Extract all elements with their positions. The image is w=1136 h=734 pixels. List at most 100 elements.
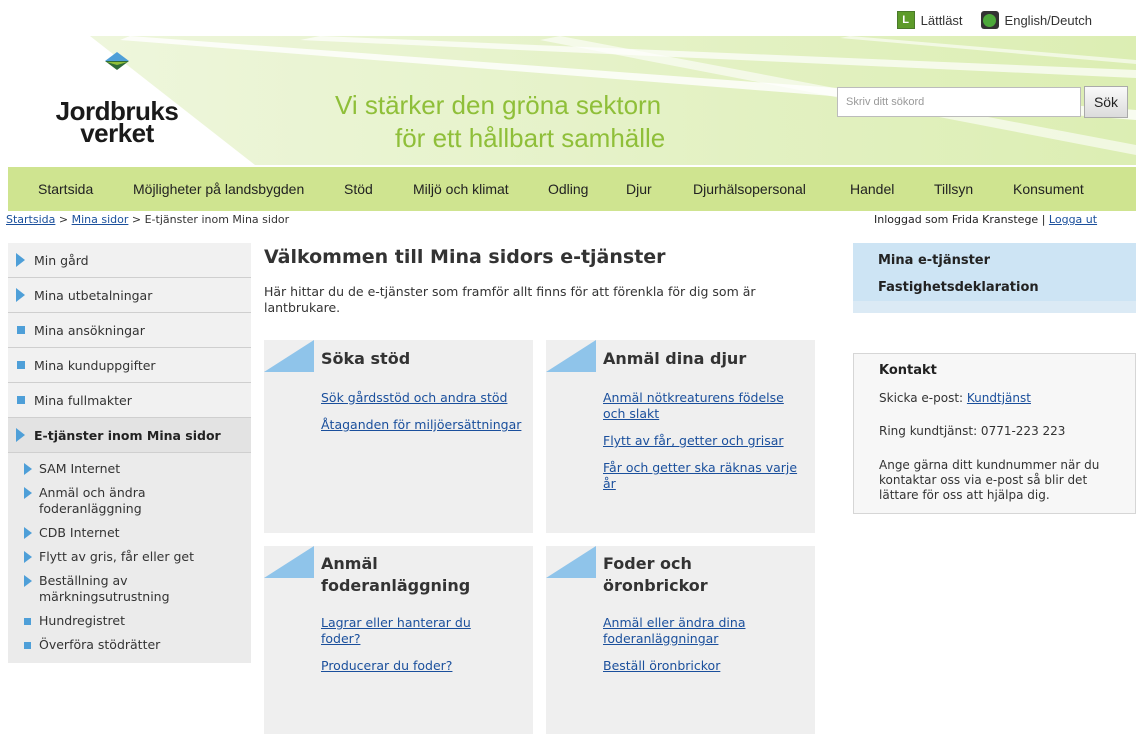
sidebar-subitem-label: SAM Internet bbox=[39, 461, 121, 476]
arrow-right-icon bbox=[24, 463, 32, 475]
nav-item-mojligheter[interactable]: Möjligheter på landsbygden bbox=[133, 181, 304, 197]
square-bullet-icon bbox=[17, 361, 25, 369]
nav-item-stod[interactable]: Stöd bbox=[344, 181, 373, 197]
card-links: Sök gårdsstöd och andra stöd Åtaganden f… bbox=[321, 390, 531, 444]
sidebar-subitem-label: Beställning av märkningsutrustning bbox=[39, 573, 170, 604]
nav-item-tillsyn[interactable]: Tillsyn bbox=[934, 181, 973, 197]
card-links: Anmäl nötkreaturens födelse och slakt Fl… bbox=[603, 390, 803, 503]
square-bullet-icon bbox=[17, 326, 25, 334]
card-link[interactable]: Anmäl eller ändra dina foderanläggningar bbox=[603, 615, 778, 647]
sidebar-item-utbetalningar[interactable]: Mina utbetalningar bbox=[8, 278, 251, 313]
card-anmal-djur: Anmäl dina djur Anmäl nötkreaturens föde… bbox=[546, 340, 815, 533]
easy-read-link[interactable]: L Lättläst bbox=[896, 11, 963, 29]
card-title: Anmäl foderanläggning bbox=[321, 554, 471, 595]
sidebar-subitem-label: Hundregistret bbox=[39, 613, 126, 628]
nav-item-startsida[interactable]: Startsida bbox=[38, 181, 93, 197]
card-link[interactable]: Får och getter ska räknas varje år bbox=[603, 460, 803, 492]
sidebar-item-ansokningar[interactable]: Mina ansökningar bbox=[8, 313, 251, 348]
sidebar: Min gård Mina utbetalningar Mina ansökni… bbox=[8, 243, 251, 663]
my-services-box-footer bbox=[853, 301, 1136, 313]
card-corner-icon bbox=[264, 546, 314, 578]
search-input[interactable]: Skriv ditt sökord bbox=[837, 87, 1081, 117]
card-link[interactable]: Sök gårdsstöd och andra stöd bbox=[321, 390, 531, 406]
sidebar-subitem-foderanlaggning[interactable]: Anmäl och ändra foderanläggning bbox=[8, 481, 251, 521]
nav-item-konsument[interactable]: Konsument bbox=[1013, 181, 1084, 197]
breadcrumb-separator: > bbox=[58, 213, 69, 226]
breadcrumb-mina-sidor[interactable]: Mina sidor bbox=[72, 213, 129, 226]
card-title: Söka stöd bbox=[321, 349, 411, 368]
logo-emblem[interactable] bbox=[52, 50, 182, 100]
sidebar-item-label: Mina fullmakter bbox=[34, 392, 132, 408]
card-link[interactable]: Beställ öronbrickor bbox=[603, 658, 778, 674]
page-intro: Här hittar du de e-tjänster som framför … bbox=[264, 284, 756, 315]
sidebar-item-label: Mina ansökningar bbox=[34, 322, 145, 338]
square-bullet-icon bbox=[24, 642, 31, 649]
tagline-line-2: för ett hållbart samhälle bbox=[395, 123, 666, 153]
card-link[interactable]: Flytt av får, getter och grisar bbox=[603, 433, 803, 449]
top-links: L Lättläst English/Deutch bbox=[896, 11, 1092, 29]
sidebar-subitem-flytt[interactable]: Flytt av gris, får eller get bbox=[8, 545, 251, 569]
sidebar-subitem-label: CDB Internet bbox=[39, 525, 120, 540]
nav-item-odling[interactable]: Odling bbox=[548, 181, 588, 197]
sidebar-subitem-sam-internet[interactable]: SAM Internet bbox=[8, 457, 251, 481]
sidebar-item-min-gard[interactable]: Min gård bbox=[8, 243, 251, 278]
nav-item-djur[interactable]: Djur bbox=[626, 181, 652, 197]
tagline-line-1: Vi stärker den gröna sektorn bbox=[335, 90, 662, 120]
sidebar-item-e-tjanster[interactable]: E-tjänster inom Mina sidor bbox=[8, 418, 251, 453]
nav-item-djurhalsopersonal[interactable]: Djurhälsopersonal bbox=[693, 181, 806, 197]
right-link-fastighetsdeklaration[interactable]: Fastighetsdeklaration bbox=[878, 280, 1039, 295]
sidebar-item-label: Mina utbetalningar bbox=[34, 287, 153, 303]
page-title: Välkommen till Mina sidors e-tjänster bbox=[264, 246, 666, 268]
card-corner-icon bbox=[264, 340, 314, 372]
contact-email: Skicka e-post: Kundtjänst bbox=[879, 391, 1031, 405]
login-divider: | bbox=[1041, 213, 1046, 226]
logout-link[interactable]: Logga ut bbox=[1049, 213, 1097, 226]
main-nav: Startsida Möjligheter på landsbygden Stö… bbox=[8, 167, 1136, 211]
logged-in-text: Inloggad som Frida Kranstege bbox=[874, 213, 1039, 226]
arrow-right-icon bbox=[16, 253, 25, 267]
sidebar-subitem-hundregistret[interactable]: Hundregistret bbox=[8, 609, 251, 633]
sidebar-subitem-markning[interactable]: Beställning av märkningsutrustning bbox=[8, 569, 251, 609]
breadcrumb: Startsida > Mina sidor > E-tjänster inom… bbox=[6, 213, 289, 226]
sidebar-submenu: SAM Internet Anmäl och ändra foderanlägg… bbox=[8, 453, 251, 663]
card-link[interactable]: Anmäl nötkreaturens födelse och slakt bbox=[603, 390, 803, 422]
sidebar-item-label: Mina kunduppgifter bbox=[34, 357, 156, 373]
contact-email-link[interactable]: Kundtjänst bbox=[967, 391, 1031, 405]
contact-email-label: Skicka e-post: bbox=[879, 391, 964, 405]
contact-title: Kontakt bbox=[879, 363, 937, 378]
card-link[interactable]: Åtaganden för miljöersättningar bbox=[321, 417, 531, 433]
arrow-right-icon bbox=[24, 575, 32, 587]
header: L Lättläst English/Deutch Jordbruks verk… bbox=[0, 0, 1136, 165]
card-corner-icon bbox=[546, 340, 596, 372]
card-title: Anmäl dina djur bbox=[603, 349, 747, 368]
logo-wordmark[interactable]: Jordbruks verket bbox=[52, 98, 182, 146]
breadcrumb-home[interactable]: Startsida bbox=[6, 213, 55, 226]
language-link[interactable]: English/Deutch bbox=[980, 11, 1092, 29]
sidebar-subitem-label: Anmäl och ändra foderanläggning bbox=[39, 485, 146, 516]
sidebar-item-fullmakter[interactable]: Mina fullmakter bbox=[8, 383, 251, 418]
sidebar-subitem-cdb-internet[interactable]: CDB Internet bbox=[8, 521, 251, 545]
search-button[interactable]: Sök bbox=[1084, 86, 1128, 118]
card-link[interactable]: Lagrar eller hanterar du foder? bbox=[321, 615, 501, 647]
language-label: English/Deutch bbox=[1004, 12, 1092, 28]
contact-phone: Ring kundtjänst: 0771-223 223 bbox=[879, 424, 1066, 438]
right-link-mina-e-tjanster[interactable]: Mina e-tjänster bbox=[878, 253, 990, 268]
nav-item-handel[interactable]: Handel bbox=[850, 181, 894, 197]
sidebar-subitem-stodratter[interactable]: Överföra stödrätter bbox=[8, 633, 251, 657]
square-bullet-icon bbox=[17, 396, 25, 404]
card-title: Foder och öronbrickor bbox=[603, 554, 708, 595]
contact-note: Ange gärna ditt kundnummer när du kontak… bbox=[879, 458, 1100, 502]
sidebar-item-kunduppgifter[interactable]: Mina kunduppgifter bbox=[8, 348, 251, 383]
nav-item-miljo[interactable]: Miljö och klimat bbox=[413, 181, 509, 197]
breadcrumb-current: E-tjänster inom Mina sidor bbox=[144, 213, 290, 226]
arrow-right-icon bbox=[16, 288, 25, 302]
card-links: Anmäl eller ändra dina foderanläggningar… bbox=[603, 615, 778, 685]
globe-icon bbox=[980, 11, 999, 29]
easy-read-label: Lättläst bbox=[920, 12, 963, 28]
card-link[interactable]: Producerar du foder? bbox=[321, 658, 501, 674]
sidebar-item-label: Min gård bbox=[34, 252, 89, 268]
arrow-right-icon bbox=[24, 487, 32, 499]
card-foder-oronbrickor: Foder och öronbrickor Anmäl eller ändra … bbox=[546, 546, 815, 734]
sidebar-item-label: E-tjänster inom Mina sidor bbox=[34, 427, 221, 443]
sidebar-subitem-label: Överföra stödrätter bbox=[39, 637, 161, 652]
